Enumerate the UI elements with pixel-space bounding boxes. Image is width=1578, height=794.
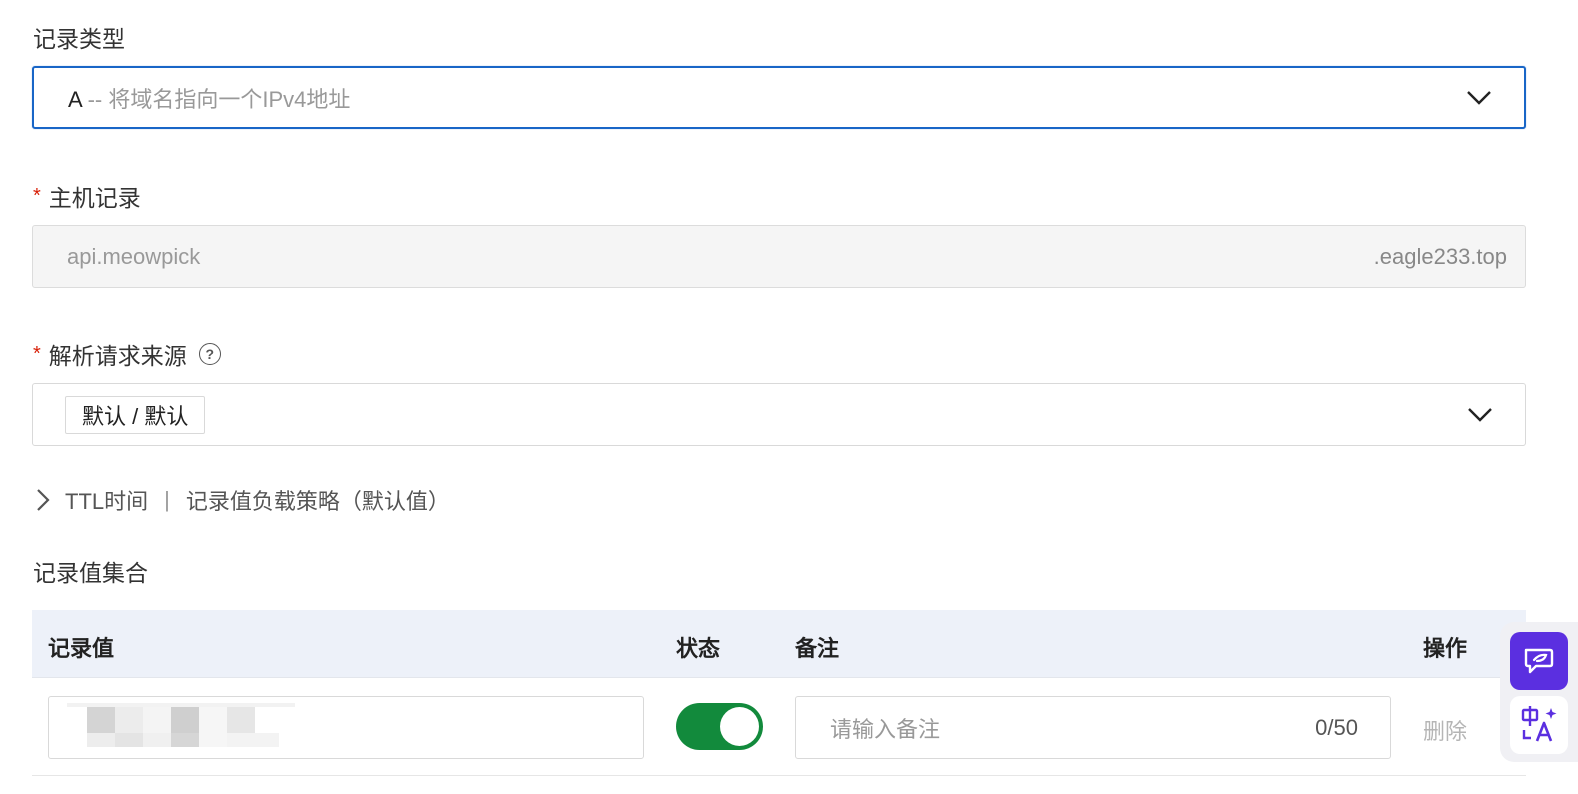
note-char-count: 0/50	[1315, 714, 1358, 740]
chevron-down-icon[interactable]	[1466, 90, 1492, 106]
toggle-knob	[720, 707, 759, 746]
resolve-source-tag: 默认 / 默认	[65, 395, 206, 434]
redacted-value	[227, 733, 279, 747]
redacted-value	[199, 707, 227, 733]
redacted-value	[87, 733, 115, 747]
redacted-value	[115, 707, 143, 733]
redacted-value	[143, 707, 171, 733]
delete-button[interactable]: 删除	[1423, 714, 1467, 746]
column-record-value: 记录值	[48, 636, 115, 661]
domain-suffix: .eagle233.top	[1373, 243, 1507, 269]
status-toggle[interactable]	[676, 703, 763, 750]
chevron-down-icon[interactable]	[1467, 407, 1493, 423]
note-placeholder: 请输入备注	[830, 716, 941, 742]
host-record-input: api.meowpick .eagle233.top	[32, 225, 1526, 288]
record-type-select[interactable]: A -- 将域名指向一个IPv4地址	[32, 66, 1526, 129]
redacted-value	[143, 733, 171, 747]
host-record-label: * 主机记录	[33, 184, 141, 212]
redacted-value	[227, 707, 255, 733]
redacted-value	[199, 733, 227, 747]
strategy-label: 记录值负载策略（默认值）	[185, 489, 450, 514]
required-mark: *	[33, 184, 41, 207]
record-value-input[interactable]	[48, 696, 644, 759]
note-input[interactable]: 请输入备注 0/50	[795, 696, 1391, 759]
record-type-label: 记录类型	[33, 26, 125, 52]
column-note: 备注	[795, 636, 840, 661]
separator: |	[164, 487, 170, 512]
required-mark: *	[33, 342, 41, 365]
ttl-label: TTL时间	[65, 489, 149, 514]
question-circle-icon[interactable]: ?	[198, 343, 221, 365]
translate-button[interactable]	[1510, 696, 1568, 754]
resolve-source-select[interactable]: 默认 / 默认	[32, 383, 1526, 446]
floating-toolbar	[1500, 622, 1578, 762]
table-header: 记录值 状态 备注 操作	[32, 610, 1526, 678]
redacted-value	[171, 733, 199, 747]
redacted-value	[87, 707, 115, 733]
column-action: 操作	[1423, 636, 1468, 661]
table-row: 请输入备注 0/50 删除	[32, 678, 1526, 776]
advanced-settings-toggle[interactable]: TTL时间 | 记录值负载策略（默认值）	[35, 484, 450, 516]
chat-leaf-icon	[1524, 648, 1554, 674]
translate-icon	[1521, 706, 1557, 742]
host-record-value: api.meowpick	[67, 243, 201, 269]
resolve-source-label: * 解析请求来源 ?	[33, 337, 221, 371]
column-status: 状态	[676, 636, 721, 661]
record-type-value: A -- 将域名指向一个IPv4地址	[68, 86, 351, 112]
record-values-label: 记录值集合	[33, 560, 148, 586]
redacted-value	[115, 733, 143, 747]
chevron-right-icon	[37, 489, 50, 511]
assistant-button[interactable]	[1510, 632, 1568, 690]
redacted-value	[171, 707, 199, 733]
